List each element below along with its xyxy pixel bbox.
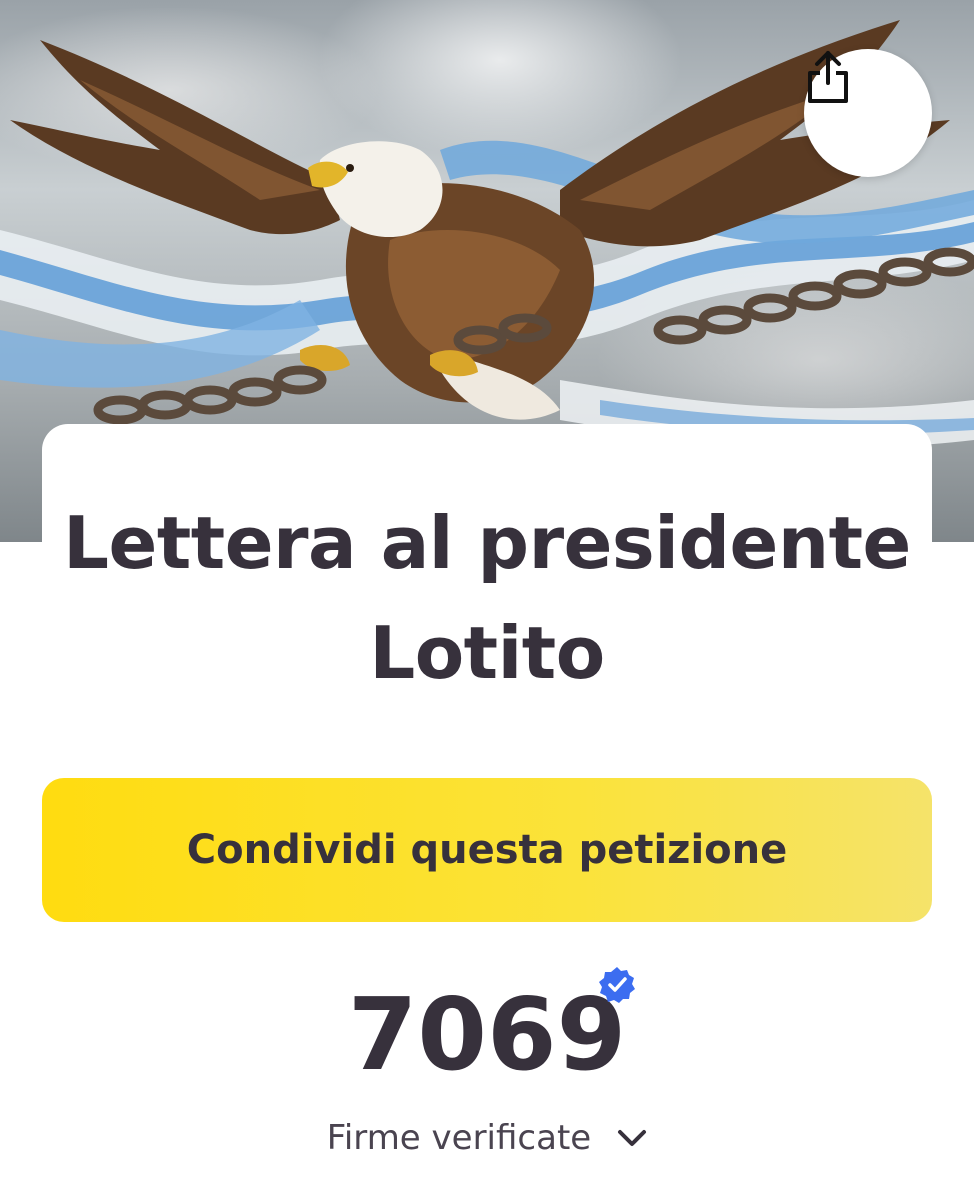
share-icon bbox=[808, 51, 848, 103]
signature-label: Firme verificate bbox=[326, 1118, 592, 1158]
share-petition-label: Condividi questa petizione bbox=[186, 827, 788, 873]
signature-count: 7069 bbox=[347, 976, 627, 1093]
verified-badge-icon bbox=[599, 967, 635, 1003]
petition-title: Lettera al presidente Lotito bbox=[63, 501, 911, 695]
share-petition-button[interactable]: Condividi questa petizione bbox=[42, 778, 932, 922]
share-button[interactable] bbox=[804, 49, 932, 177]
chevron-down-icon bbox=[618, 1130, 647, 1146]
signature-label-toggle[interactable]: Firme verificate bbox=[0, 1118, 974, 1158]
